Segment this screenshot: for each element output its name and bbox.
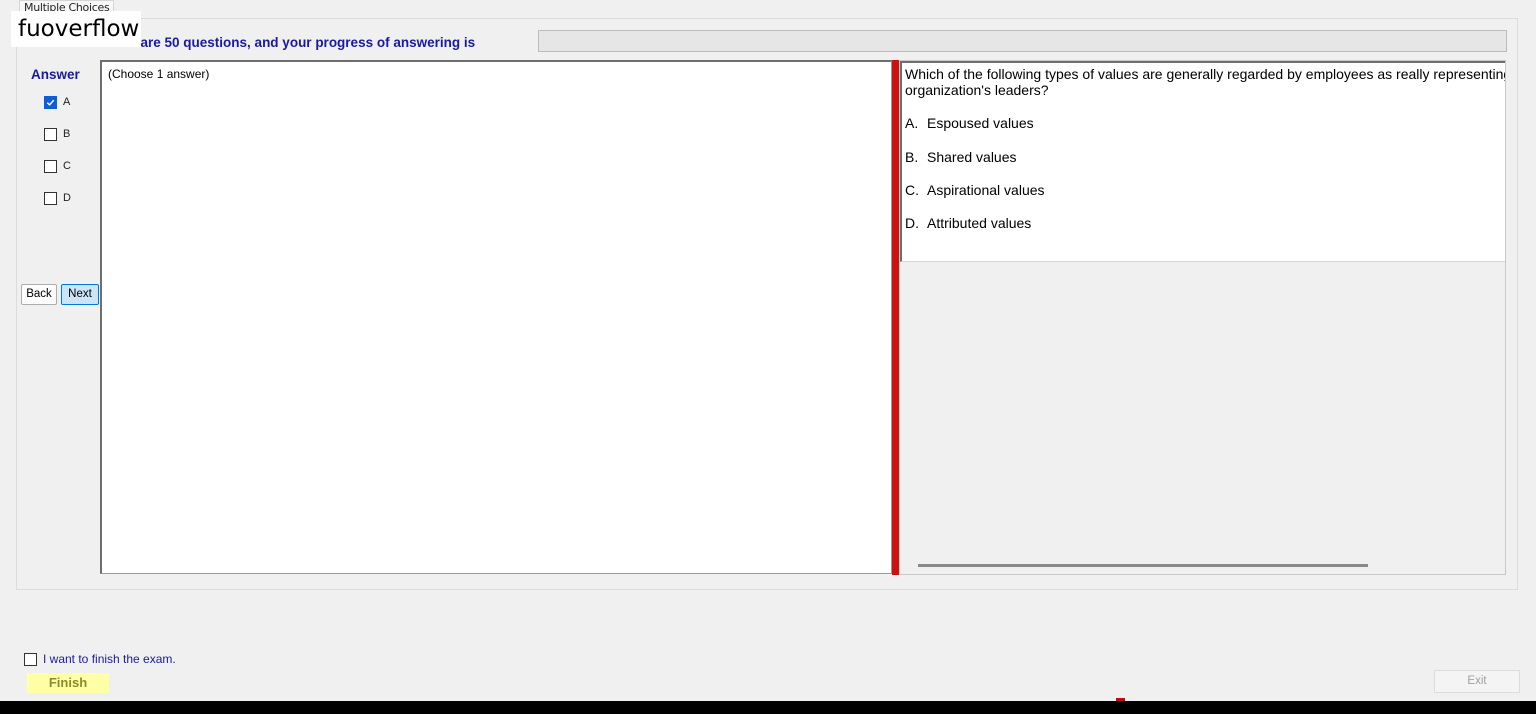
question-pane[interactable]: Which of the following types of values a… [899, 60, 1506, 575]
question-box: Which of the following types of values a… [900, 61, 1506, 262]
checkbox-c[interactable] [44, 159, 57, 173]
choose-instruction: (Choose 1 answer) [108, 67, 210, 81]
horizontal-scrollbar[interactable] [918, 564, 1368, 567]
choice-d: D. Attributed values [905, 215, 1032, 231]
choice-c: C. Aspirational values [905, 182, 1045, 198]
checkbox-d[interactable] [44, 191, 57, 205]
pane-splitter[interactable] [892, 60, 899, 575]
watermark-label: fuoverflow [11, 11, 141, 47]
choice-a: A. Espoused values [905, 115, 1034, 131]
option-label-a: A [63, 96, 71, 108]
finish-exam-checkbox[interactable] [24, 652, 37, 666]
option-label-d: D [63, 192, 71, 204]
answer-option-d[interactable]: D [44, 191, 71, 205]
option-label-b: B [63, 128, 71, 140]
answer-option-a[interactable]: A [44, 95, 70, 109]
finish-exam-checkbox-row[interactable]: I want to finish the exam. [24, 652, 176, 666]
next-button[interactable]: Next [61, 284, 99, 305]
answer-title: Answer [31, 67, 80, 82]
back-button[interactable]: Back [21, 284, 57, 305]
question-text: Which of the following types of values a… [905, 66, 1506, 98]
choice-b: B. Shared values [905, 149, 1017, 165]
option-label-c: C [63, 160, 71, 172]
finish-button[interactable]: Finish [27, 673, 109, 693]
checkbox-b[interactable] [44, 127, 57, 141]
answer-notes-pane[interactable]: (Choose 1 answer) [100, 60, 892, 574]
checkbox-a[interactable] [44, 95, 57, 109]
progress-bar [538, 30, 1507, 52]
progress-label: There are 50 questions, and your progres… [100, 35, 476, 50]
taskbar [0, 701, 1536, 714]
answer-option-c[interactable]: C [44, 159, 71, 173]
finish-exam-label: I want to finish the exam. [43, 652, 176, 666]
exit-button[interactable]: Exit [1434, 670, 1520, 693]
answer-option-b[interactable]: B [44, 127, 70, 141]
check-icon [46, 99, 55, 106]
